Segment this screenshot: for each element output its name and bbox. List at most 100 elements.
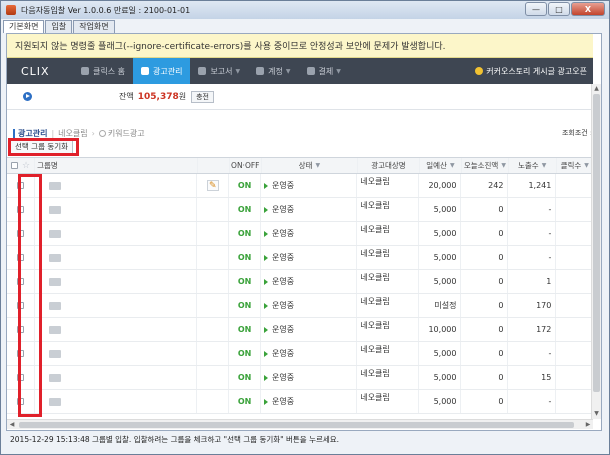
select-all-checkbox[interactable] — [11, 162, 19, 169]
onoff-cell[interactable]: ON — [229, 366, 261, 389]
header-name[interactable]: 그룹명 — [35, 158, 198, 173]
row-checkbox[interactable] — [17, 182, 25, 189]
nav-item-home[interactable]: 클릭스 홈 — [73, 58, 133, 84]
row-checkbox-cell — [7, 270, 36, 293]
onoff-cell[interactable]: ON — [229, 174, 261, 197]
vertical-scrollbar[interactable]: ▲ ▼ — [591, 84, 601, 419]
table-row[interactable]: ON 운영중 네오클립 5,000 0 - — [7, 222, 593, 246]
state-cell[interactable]: 운영중 — [261, 294, 358, 317]
state-cell[interactable]: 운영중 — [261, 318, 358, 341]
row-checkbox[interactable] — [17, 350, 25, 357]
state-cell[interactable]: 운영중 — [261, 270, 358, 293]
group-name-cell[interactable] — [35, 318, 198, 341]
close-button[interactable]: X — [571, 2, 605, 16]
table-row[interactable]: ON 운영중 네오클립 5,000 0 1 — [7, 270, 593, 294]
play-state-icon — [263, 182, 268, 189]
header-onoff[interactable]: ON·OFF — [230, 158, 262, 173]
row-checkbox[interactable] — [17, 302, 25, 309]
breadcrumb-ad-management[interactable]: 광고관리 — [18, 128, 47, 139]
table-row[interactable]: ON 운영중 네오클립 5,000 0 - — [7, 390, 593, 414]
state-cell[interactable]: 운영중 — [261, 246, 358, 269]
onoff-cell[interactable]: ON — [229, 294, 261, 317]
group-name-cell[interactable] — [35, 246, 198, 269]
state-cell[interactable]: 운영중 — [261, 174, 358, 197]
onoff-cell[interactable]: ON — [229, 342, 261, 365]
table-row[interactable]: ON 운영중 네오클립 5,000 0 15 — [7, 366, 593, 390]
nav-item-payment[interactable]: 결제 ▼ — [299, 58, 349, 84]
row-checkbox[interactable] — [17, 254, 25, 261]
group-name-cell[interactable] — [35, 366, 198, 389]
impressions-value: 15 — [541, 373, 552, 382]
table-row[interactable]: ON 운영중 네오클립 미설정 0 170 — [7, 294, 593, 318]
row-checkbox-cell — [7, 318, 36, 341]
scroll-down-icon[interactable]: ▼ — [593, 410, 600, 418]
table-row[interactable]: ✎ ON 운영중 네오클립 20,000 242 1,241 — [7, 174, 593, 198]
tab-main-screen[interactable]: 기본화면 — [3, 20, 45, 33]
group-name-cell[interactable] — [35, 222, 198, 245]
horizontal-scrollbar[interactable]: ◀ ▶ — [7, 419, 593, 429]
row-checkbox[interactable] — [17, 398, 25, 405]
header-spend[interactable]: 오늘소진액 ▼ — [462, 158, 509, 173]
play-icon[interactable] — [23, 92, 32, 101]
group-name-cell[interactable] — [35, 174, 198, 197]
maximize-button[interactable]: □ — [548, 2, 570, 16]
onoff-cell[interactable]: ON — [229, 270, 261, 293]
nav-item-label: 계정 — [268, 66, 283, 76]
row-checkbox[interactable] — [17, 278, 25, 285]
breadcrumb-neoclip[interactable]: 네오클립 — [58, 128, 87, 139]
nav-item-reports[interactable]: 보고서 ▼ — [190, 58, 248, 84]
header-impressions[interactable]: 노출수 ▼ — [509, 158, 557, 173]
breadcrumb-keyword-ads[interactable]: 키워드광고 — [108, 128, 145, 139]
onoff-cell[interactable]: ON — [229, 198, 261, 221]
onoff-cell[interactable]: ON — [229, 246, 261, 269]
header-clicks[interactable]: 클릭수 ▼ — [557, 158, 593, 173]
tab-bidding[interactable]: 입찰 — [45, 20, 73, 33]
group-name-cell[interactable] — [35, 294, 198, 317]
state-cell[interactable]: 운영중 — [261, 390, 358, 413]
state-cell[interactable]: 운영중 — [261, 366, 358, 389]
onoff-cell[interactable]: ON — [229, 390, 261, 413]
nav-item-ad-management[interactable]: 광고관리 — [132, 58, 191, 84]
edit-cell — [197, 270, 230, 293]
charge-button[interactable]: 충전 — [191, 90, 214, 103]
header-state[interactable]: 상태 ▼ — [262, 158, 359, 173]
kakao-story-notice-link[interactable]: 커커오스토리 게시글 광고오픈 — [475, 58, 587, 84]
table-row[interactable]: ON 운영중 네오클립 5,000 0 - — [7, 198, 593, 222]
scroll-right-icon[interactable]: ▶ — [583, 420, 593, 430]
sync-selected-groups-button[interactable]: 선택 그룹 동기화 — [10, 140, 74, 154]
group-name-cell[interactable] — [35, 342, 198, 365]
table-row[interactable]: ON 운영중 네오클립 10,000 0 172 — [7, 318, 593, 342]
scroll-left-icon[interactable]: ◀ — [7, 420, 17, 430]
onoff-cell[interactable]: ON — [229, 222, 261, 245]
state-cell[interactable]: 운영중 — [261, 198, 358, 221]
header-budget[interactable]: 일예산 ▼ — [420, 158, 462, 173]
header-target[interactable]: 광고대상명 — [358, 158, 420, 173]
table-row[interactable]: ON 운영중 네오클립 5,000 0 - — [7, 342, 593, 366]
scroll-up-icon[interactable]: ▲ — [593, 85, 600, 93]
impressions-value: 1 — [546, 277, 552, 286]
row-checkbox[interactable] — [17, 374, 25, 381]
row-checkbox[interactable] — [17, 326, 25, 333]
status-bar: 2015-12-29 15:13:48 그룹별 입찰. 입찰하려는 그룹을 체크… — [10, 435, 340, 444]
state-cell[interactable]: 운영중 — [261, 342, 358, 365]
clix-logo[interactable]: CLIX — [7, 65, 73, 78]
vertical-scroll-thumb[interactable] — [593, 94, 600, 392]
row-checkbox[interactable] — [17, 206, 25, 213]
row-checkbox[interactable] — [17, 230, 25, 237]
nav-item-account[interactable]: 계정 ▼ — [248, 58, 298, 84]
state-cell[interactable]: 운영중 — [261, 222, 358, 245]
group-name-cell[interactable] — [35, 390, 198, 413]
pencil-icon[interactable]: ✎ — [206, 180, 219, 191]
star-icon[interactable]: ☆ — [22, 161, 30, 171]
horizontal-scroll-thumb[interactable] — [19, 422, 574, 428]
minimize-button[interactable]: — — [525, 2, 547, 16]
onoff-cell[interactable]: ON — [229, 318, 261, 341]
tab-work-screen[interactable]: 작업화면 — [73, 20, 115, 33]
balance-value: 105,378 — [137, 91, 179, 102]
group-table: ☆ 그룹명 ON·OFF 상태 ▼ 광고대상명 일예산 ▼ 오늘소진액 ▼ 노출… — [7, 157, 593, 414]
table-row[interactable]: ON 운영중 네오클립 5,000 0 - — [7, 246, 593, 270]
group-name-cell[interactable] — [35, 270, 198, 293]
clicks-cell — [556, 390, 593, 413]
onoff-status: ON — [237, 325, 252, 334]
group-name-cell[interactable] — [35, 198, 198, 221]
